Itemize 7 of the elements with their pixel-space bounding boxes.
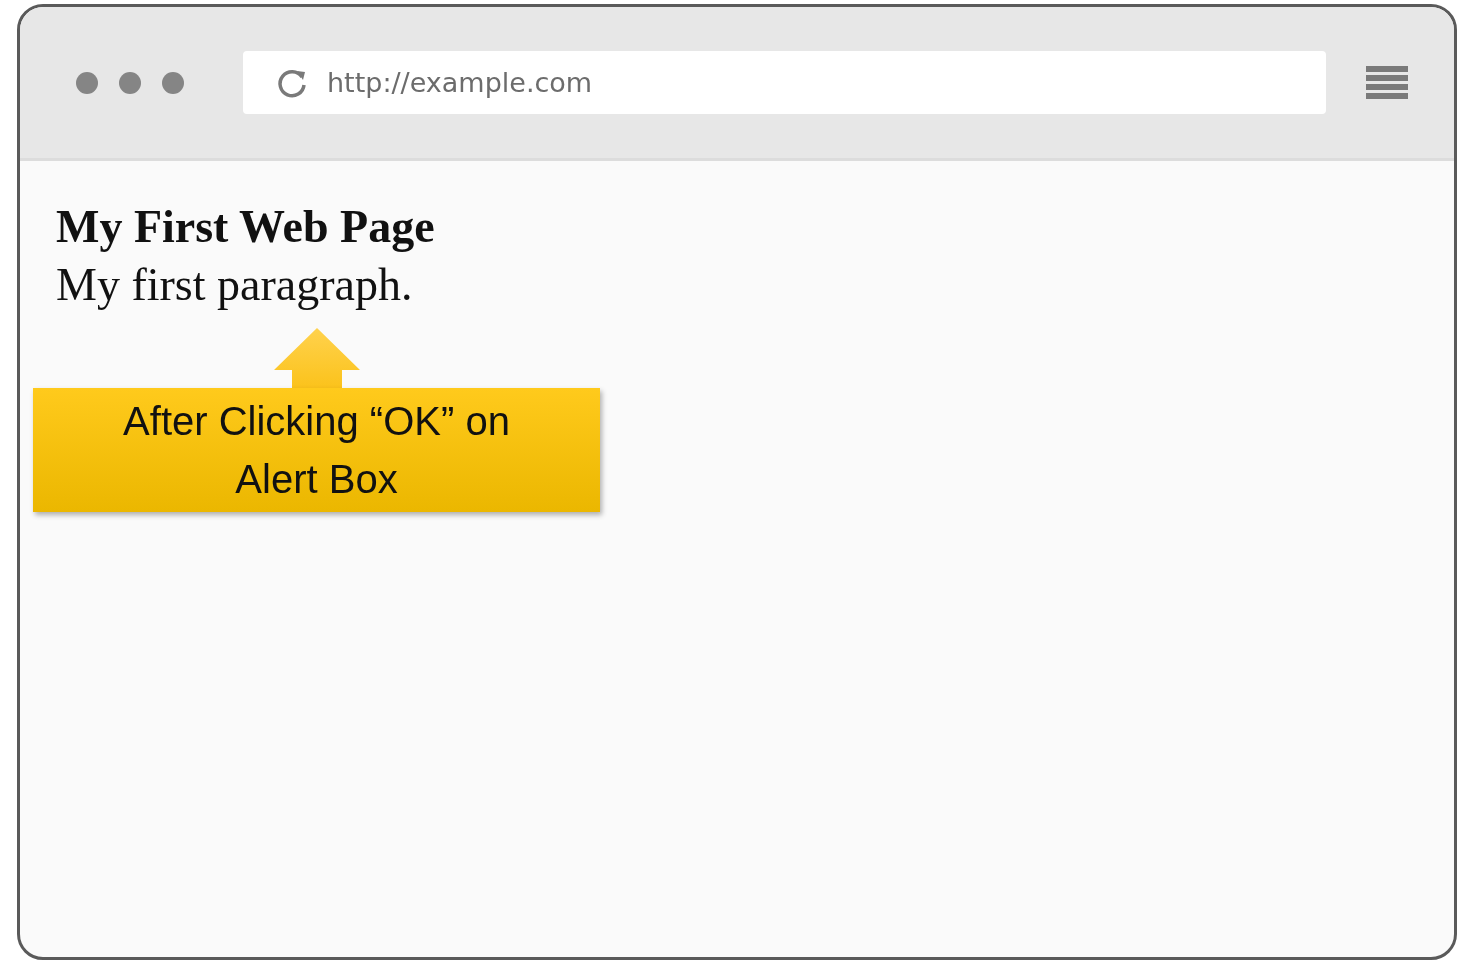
address-bar[interactable]: http://example.com [243, 51, 1326, 114]
url-text: http://example.com [327, 67, 593, 98]
callout-box: After Clicking “OK” on Alert Box [33, 388, 600, 512]
page-paragraph: My first paragraph. [56, 258, 414, 312]
menu-icon[interactable] [1366, 65, 1408, 100]
up-arrow-icon [273, 328, 360, 390]
page-heading: My First Web Page [56, 200, 436, 254]
